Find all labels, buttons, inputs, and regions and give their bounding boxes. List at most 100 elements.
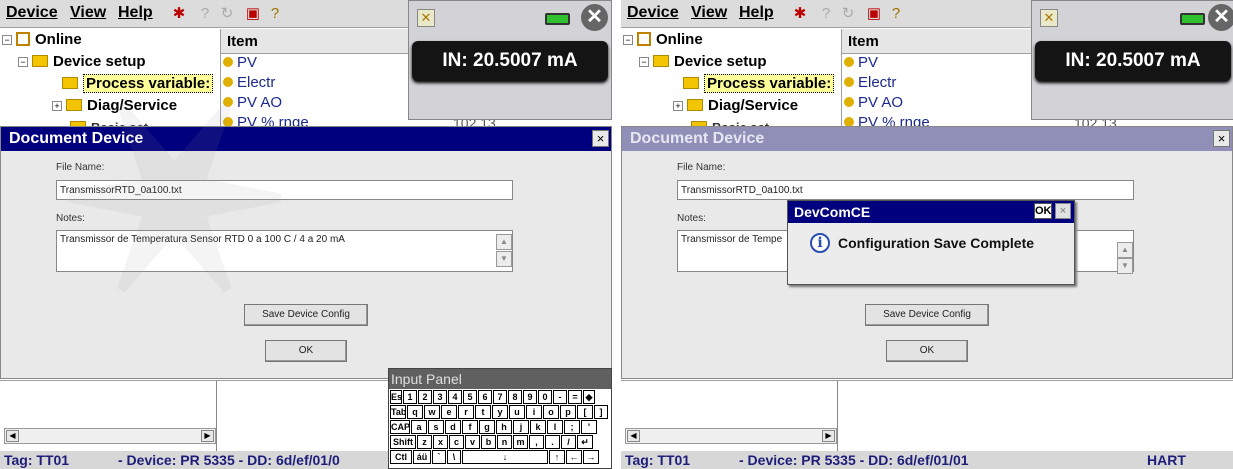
scroll-down-icon[interactable]: ▼: [496, 251, 512, 267]
connect-icon[interactable]: ✱: [170, 4, 188, 24]
keyboard-key[interactable]: ': [581, 420, 597, 434]
keyboard-key[interactable]: c: [449, 435, 464, 449]
menu-help[interactable]: Help: [118, 4, 153, 22]
keyboard-key[interactable]: u: [509, 405, 525, 419]
close-icon[interactable]: ✕: [581, 4, 608, 31]
notes-textarea[interactable]: Transmissor de Temperatura Sensor RTD 0 …: [56, 230, 513, 272]
list-item[interactable]: PV AO: [844, 93, 903, 113]
collapse-icon[interactable]: −: [623, 35, 633, 45]
scroll-left-icon[interactable]: ◀: [6, 430, 19, 442]
horizontal-scrollbar[interactable]: ◀ ▶: [4, 428, 216, 444]
tree-item-device-setup[interactable]: − Device setup: [639, 51, 767, 73]
keyboard-key[interactable]: Esc: [390, 390, 402, 404]
keyboard-key[interactable]: ←: [566, 450, 582, 464]
keyboard-key[interactable]: d: [445, 420, 461, 434]
keyboard-key[interactable]: j: [513, 420, 529, 434]
menu-device[interactable]: Device: [627, 4, 679, 22]
scroll-down-icon[interactable]: ▼: [1117, 258, 1133, 274]
keyboard-key[interactable]: ;: [564, 420, 580, 434]
keyboard-key[interactable]: z: [417, 435, 432, 449]
keyboard-key[interactable]: ↑: [549, 450, 565, 464]
keyboard-key[interactable]: Tab: [390, 405, 406, 419]
collapse-icon[interactable]: −: [2, 35, 12, 45]
keyboard-key[interactable]: x: [433, 435, 448, 449]
list-item[interactable]: Electr: [844, 73, 896, 93]
list-item[interactable]: Electr: [223, 73, 275, 93]
ok-button[interactable]: OK: [265, 340, 347, 362]
keyboard-key[interactable]: ↵: [577, 435, 593, 449]
keyboard-key[interactable]: p: [560, 405, 576, 419]
dialog-close-button[interactable]: ×: [592, 130, 609, 147]
keyboard-key[interactable]: 8: [508, 390, 522, 404]
keyboard-key[interactable]: 7: [493, 390, 507, 404]
device-icon[interactable]: ▣: [865, 4, 883, 24]
keyboard-key[interactable]: l: [547, 420, 563, 434]
keyboard-key[interactable]: .: [545, 435, 560, 449]
keyboard-key[interactable]: [: [577, 405, 593, 419]
keyboard-key[interactable]: 5: [463, 390, 477, 404]
keyboard-key[interactable]: /: [561, 435, 576, 449]
keyboard-key[interactable]: y: [492, 405, 508, 419]
keyboard-key[interactable]: \: [447, 450, 461, 464]
keyboard-key[interactable]: w: [424, 405, 440, 419]
keyboard-key[interactable]: ]: [594, 405, 608, 419]
menu-device[interactable]: Device: [6, 4, 58, 22]
keyboard-key[interactable]: Shift: [390, 435, 416, 449]
keyboard-key[interactable]: 4: [448, 390, 462, 404]
dialog-close-button[interactable]: ×: [1213, 130, 1230, 147]
save-device-config-button[interactable]: Save Device Config: [244, 304, 368, 326]
keyboard-key[interactable]: g: [479, 420, 495, 434]
keyboard-key[interactable]: n: [497, 435, 512, 449]
keyboard-key[interactable]: f: [462, 420, 478, 434]
keyboard-key[interactable]: m: [513, 435, 528, 449]
save-device-config-button[interactable]: Save Device Config: [865, 304, 989, 326]
keyboard-key[interactable]: ↓: [462, 450, 548, 464]
keyboard-key[interactable]: a: [411, 420, 427, 434]
expand-icon[interactable]: +: [52, 101, 62, 111]
tree-item-diag-service[interactable]: + Diag/Service: [673, 95, 798, 117]
whatsthis-icon[interactable]: ?: [887, 4, 905, 24]
message-ok-button[interactable]: OK: [1034, 203, 1052, 219]
keyboard-key[interactable]: r: [458, 405, 474, 419]
keyboard-key[interactable]: t: [475, 405, 491, 419]
horizontal-scrollbar[interactable]: ◀ ▶: [625, 428, 837, 444]
file-name-input[interactable]: TransmissorRTD_0a100.txt: [677, 180, 1134, 200]
menu-view[interactable]: View: [691, 4, 727, 22]
tree-item-process-variables[interactable]: Process variable:: [62, 73, 214, 95]
keyboard-key[interactable]: -: [553, 390, 567, 404]
connect-icon[interactable]: ✱: [791, 4, 809, 24]
collapse-icon[interactable]: −: [18, 57, 28, 67]
scroll-up-icon[interactable]: ▲: [1117, 242, 1133, 258]
tree-item-online[interactable]: − Online: [2, 29, 82, 51]
keyboard-key[interactable]: `: [432, 450, 446, 464]
menu-view[interactable]: View: [70, 4, 106, 22]
keyboard-key[interactable]: b: [481, 435, 496, 449]
keyboard-key[interactable]: 9: [523, 390, 537, 404]
keyboard-key[interactable]: h: [496, 420, 512, 434]
keyboard-key[interactable]: ◆: [583, 390, 595, 404]
keyboard-key[interactable]: ,: [529, 435, 544, 449]
message-close-button[interactable]: ×: [1055, 203, 1071, 219]
keyboard-key[interactable]: i: [526, 405, 542, 419]
keyboard-key[interactable]: CAP: [390, 420, 410, 434]
tree-item-process-variables[interactable]: Process variable:: [683, 73, 835, 95]
keyboard-key[interactable]: 2: [418, 390, 432, 404]
keyboard-key[interactable]: s: [428, 420, 444, 434]
tree-item-device-setup[interactable]: − Device setup: [18, 51, 146, 73]
keyboard-key[interactable]: q: [407, 405, 423, 419]
keyboard-key[interactable]: =: [568, 390, 582, 404]
keyboard-key[interactable]: 0: [538, 390, 552, 404]
list-item[interactable]: PV AO: [223, 93, 282, 113]
keyboard-key[interactable]: v: [465, 435, 480, 449]
scroll-right-icon[interactable]: ▶: [822, 430, 835, 442]
keyboard-key[interactable]: 6: [478, 390, 492, 404]
device-icon[interactable]: ▣: [244, 4, 262, 24]
collapse-icon[interactable]: −: [639, 57, 649, 67]
keyboard-key[interactable]: 1: [403, 390, 417, 404]
list-item[interactable]: PV: [844, 53, 878, 73]
ok-button[interactable]: OK: [886, 340, 968, 362]
keyboard-key[interactable]: o: [543, 405, 559, 419]
keyboard-key[interactable]: e: [441, 405, 457, 419]
scroll-up-icon[interactable]: ▲: [496, 234, 512, 250]
keyboard-key[interactable]: Ctl: [390, 450, 412, 464]
